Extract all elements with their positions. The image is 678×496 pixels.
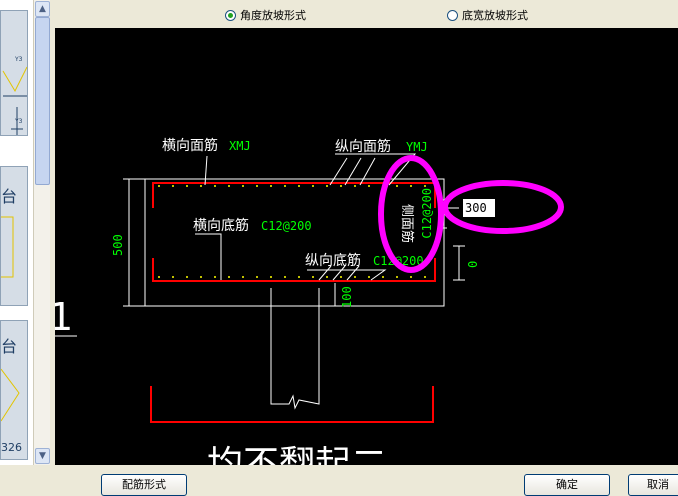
leader-bottom-transverse [195, 233, 222, 280]
lower-rebar-bracket [150, 386, 434, 423]
side-bar-value: C12@200 [420, 188, 434, 239]
scroll-down-button[interactable]: ▼ [35, 448, 50, 464]
bottom-rebar-dots [158, 276, 426, 278]
cover-dim-text: 100 [340, 286, 354, 308]
thumbnail-3[interactable]: 台 326 [0, 320, 28, 460]
rebar-form-button[interactable]: 配筋形式 [101, 474, 187, 496]
thumbnail-1[interactable]: Y3 Y3 [0, 10, 28, 136]
thumbnail-2[interactable]: 台 [0, 166, 28, 306]
scroll-up-button[interactable]: ▲ [35, 1, 50, 17]
top-longitudinal-label: 纵向面筋 [335, 138, 391, 155]
thumbnail-3-number: 326 [1, 441, 22, 454]
top-longitudinal-value: YMJ [406, 140, 428, 154]
radio-angle-slope-label: 角度放坡形式 [240, 9, 306, 22]
bottom-longitudinal-label: 纵向底筋 [305, 252, 361, 269]
bottom-transverse-label: 横向底筋 [193, 217, 249, 234]
bottom-transverse-value: C12@200 [261, 219, 312, 233]
radio-bottom-width-slope[interactable]: 底宽放坡形式 [447, 7, 528, 23]
thumbnail-1-preview: Y3 Y3 [2, 56, 27, 135]
cancel-button[interactable]: 取消 [628, 474, 678, 496]
dialog-button-bar: 配筋形式 确定 取消 [0, 465, 678, 496]
leader-top-transverse [204, 155, 208, 186]
height-dim-text: 500 [111, 234, 125, 256]
ok-button[interactable]: 确定 [524, 474, 610, 496]
big-glyph: 1 [55, 295, 73, 339]
top-transverse-value: XMJ [229, 139, 251, 153]
svg-text:Y3: Y3 [14, 118, 23, 125]
leader-bottom-longitudinal [307, 269, 387, 281]
radio-selected-icon [225, 9, 236, 21]
radio-bottom-width-slope-label: 底宽放坡形式 [462, 9, 528, 22]
scroll-thumb[interactable] [35, 17, 50, 185]
dimension-input[interactable] [463, 199, 495, 217]
svg-text:Y3: Y3 [14, 56, 23, 63]
bottom-note-text: 均不翻起二 [207, 444, 387, 465]
radio-angle-slope[interactable]: 角度放坡形式 [225, 7, 306, 23]
footing-section-drawing: 1 横向面筋 XMJ 纵向面筋 YMJ 横向底筋 C12@200 纵向底筋 C1… [55, 137, 564, 465]
top-rebar [152, 182, 436, 208]
radio-unselected-icon [447, 9, 458, 21]
drawing-canvas[interactable]: 1 横向面筋 XMJ 纵向面筋 YMJ 横向底筋 C12@200 纵向底筋 C1… [55, 28, 678, 465]
thumbnail-strip: Y3 Y3 台 台 326 [0, 0, 33, 465]
chevron-down-icon: ▼ [39, 451, 46, 461]
slope-form-options: 角度放坡形式 底宽放坡形式 [55, 0, 678, 28]
thumbnail-scrollbar[interactable]: ▲ ▼ [33, 0, 50, 465]
chevron-up-icon: ▲ [39, 4, 46, 14]
top-transverse-label: 横向面筋 [162, 137, 218, 154]
side-bar-label: 侧面筋 [399, 204, 415, 243]
offset-dim-text: 0 [466, 261, 480, 268]
thumbnail-3-preview [1, 368, 20, 422]
thumbnail-2-preview [1, 216, 14, 278]
